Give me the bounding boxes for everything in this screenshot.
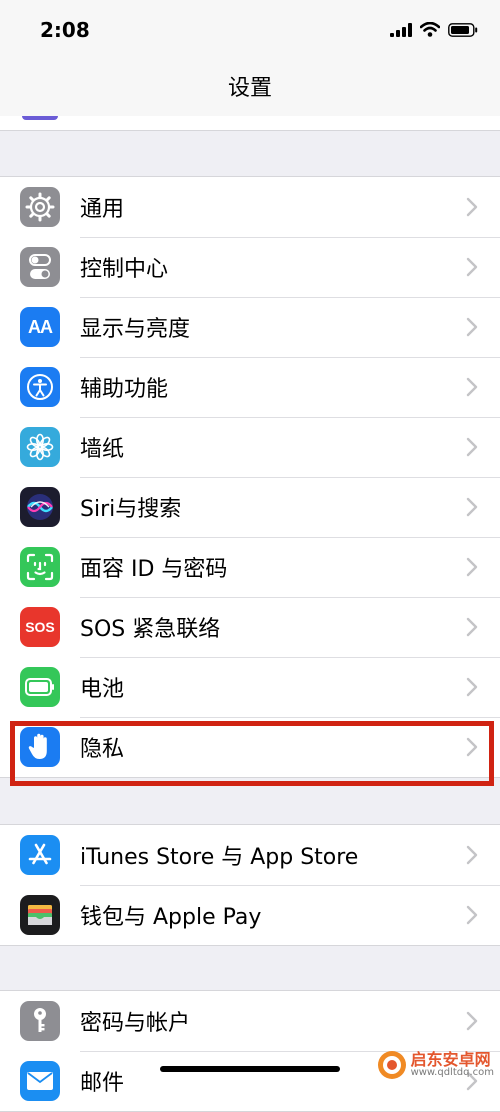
watermark-url: www.qdltdq.com bbox=[410, 1067, 494, 1078]
status-bar: 2:08 bbox=[0, 0, 500, 62]
row-label: 邮件 bbox=[80, 1071, 125, 1096]
chevron-right-icon bbox=[466, 557, 478, 577]
chevron-right-icon bbox=[466, 677, 478, 697]
settings-row-wallet-apple-pay[interactable]: 钱包与 Apple Pay bbox=[0, 885, 500, 945]
settings-row-general[interactable]: 通用 bbox=[0, 177, 500, 237]
row-label: iTunes Store 与 App Store bbox=[80, 845, 359, 870]
row-label: 通用 bbox=[80, 197, 125, 222]
page-title: 设置 bbox=[227, 76, 272, 101]
flower-icon bbox=[20, 427, 60, 467]
settings-group-general: 通用 控制中心 AA 显示与亮度 辅助功能 墙纸 Siri与搜索 面容 ID 与… bbox=[0, 176, 500, 778]
cellular-signal-icon bbox=[390, 22, 412, 37]
status-time: 2:08 bbox=[40, 18, 90, 42]
settings-row-passwords-accounts[interactable]: 密码与帐户 bbox=[0, 991, 500, 1051]
key-icon bbox=[20, 1001, 60, 1041]
settings-row-battery[interactable]: 电池 bbox=[0, 657, 500, 717]
status-icons bbox=[390, 22, 478, 37]
settings-row-itunes-app-store[interactable]: iTunes Store 与 App Store bbox=[0, 825, 500, 885]
home-indicator[interactable] bbox=[160, 1066, 340, 1072]
chevron-right-icon bbox=[466, 257, 478, 277]
row-label: 辅助功能 bbox=[80, 377, 169, 402]
settings-row-accessibility[interactable]: 辅助功能 bbox=[0, 357, 500, 417]
settings-row-wallpaper[interactable]: 墙纸 bbox=[0, 417, 500, 477]
watermark-text: 启东安卓网 www.qdltdq.com bbox=[411, 1052, 494, 1078]
row-label: 控制中心 bbox=[80, 257, 169, 282]
battery-icon bbox=[20, 667, 60, 707]
chevron-right-icon bbox=[466, 377, 478, 397]
row-label: 密码与帐户 bbox=[80, 1011, 191, 1036]
site-watermark: 启东安卓网 www.qdltdq.com bbox=[377, 1050, 494, 1080]
chevron-right-icon bbox=[466, 737, 478, 757]
chevron-right-icon bbox=[466, 845, 478, 865]
settings-row-face-id-passcode[interactable]: 面容 ID 与密码 bbox=[0, 537, 500, 597]
wifi-icon bbox=[420, 22, 440, 37]
row-label: 隐私 bbox=[80, 737, 125, 762]
settings-row-control-center[interactable]: 控制中心 bbox=[0, 237, 500, 297]
chevron-right-icon bbox=[466, 437, 478, 457]
sos-glyph: SOS bbox=[25, 619, 55, 635]
settings-row-privacy[interactable]: 隐私 bbox=[0, 717, 500, 777]
chevron-right-icon bbox=[466, 617, 478, 637]
app-store-icon bbox=[20, 835, 60, 875]
partial-icon bbox=[22, 116, 58, 120]
gear-icon bbox=[20, 187, 60, 227]
chevron-right-icon bbox=[466, 905, 478, 925]
text-size-glyph: AA bbox=[28, 316, 53, 337]
row-label: SOS 紧急联络 bbox=[80, 617, 221, 642]
chevron-right-icon bbox=[466, 197, 478, 217]
accessibility-icon bbox=[20, 367, 60, 407]
mail-icon bbox=[20, 1061, 60, 1101]
row-label: 面容 ID 与密码 bbox=[80, 557, 228, 582]
hand-icon bbox=[20, 727, 60, 767]
wallet-icon bbox=[20, 895, 60, 935]
chevron-right-icon bbox=[466, 497, 478, 517]
siri-icon bbox=[20, 487, 60, 527]
settings-row-emergency-sos[interactable]: SOS SOS 紧急联络 bbox=[0, 597, 500, 657]
row-label: 钱包与 Apple Pay bbox=[80, 905, 262, 930]
watermark-logo-icon bbox=[377, 1051, 406, 1079]
text-size-icon: AA bbox=[20, 307, 60, 347]
chevron-right-icon bbox=[466, 317, 478, 337]
chevron-right-icon bbox=[466, 1011, 478, 1031]
row-label: Siri与搜索 bbox=[80, 497, 182, 522]
scrolled-row-peek bbox=[0, 116, 500, 131]
face-id-icon bbox=[20, 547, 60, 587]
watermark-name: 启东安卓网 bbox=[410, 1050, 491, 1069]
settings-row-display-brightness[interactable]: AA 显示与亮度 bbox=[0, 297, 500, 357]
battery-status-icon bbox=[448, 22, 478, 37]
settings-group-stores: iTunes Store 与 App Store 钱包与 Apple Pay bbox=[0, 824, 500, 946]
row-label: 墙纸 bbox=[80, 437, 125, 462]
settings-row-siri-search[interactable]: Siri与搜索 bbox=[0, 477, 500, 537]
sos-icon: SOS bbox=[20, 607, 60, 647]
row-label: 电池 bbox=[80, 677, 125, 702]
toggles-icon bbox=[20, 247, 60, 287]
navigation-bar: 设置 bbox=[0, 62, 500, 116]
row-label: 显示与亮度 bbox=[80, 317, 191, 342]
